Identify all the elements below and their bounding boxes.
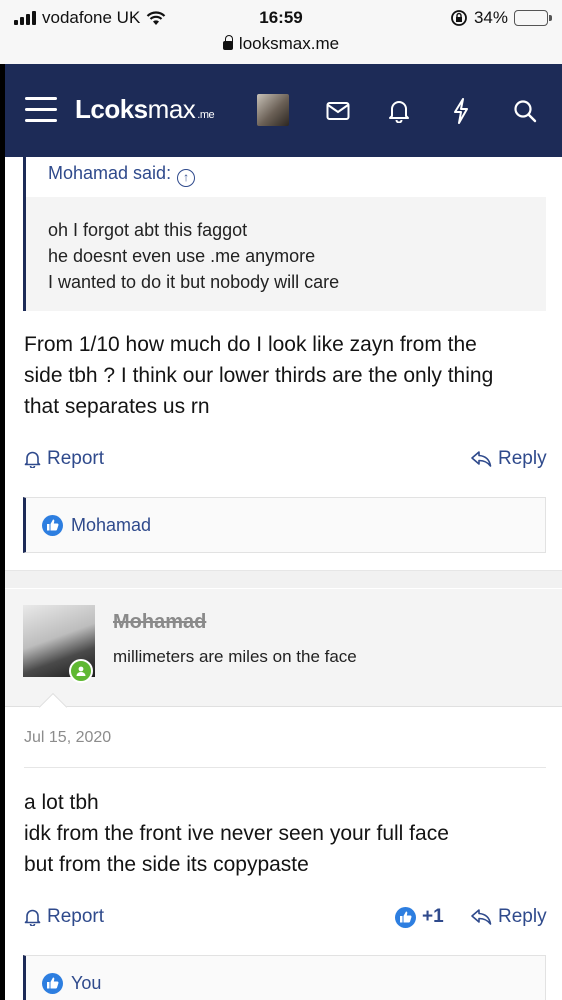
post: Mohamad millimeters are miles on the fac… — [5, 589, 562, 1000]
message-line: From 1/10 how much do I look like zayn f… — [24, 333, 477, 356]
quote-author[interactable]: Mohamad said: ↑ — [26, 157, 546, 197]
like-icon — [395, 906, 416, 928]
quote-line: he doesnt even use .me anymore — [48, 246, 316, 266]
bell-icon[interactable] — [382, 94, 416, 128]
divider-line — [24, 767, 546, 768]
report-button[interactable]: Report — [24, 906, 104, 928]
site-logo[interactable]: Lcoksmax .me — [75, 94, 215, 125]
logo-suffix: .me — [197, 109, 215, 121]
message-line: but from the side its copypaste — [24, 853, 309, 876]
post-date[interactable]: Jul 15, 2020 — [24, 729, 111, 747]
like-icon — [42, 514, 63, 536]
signal-icon — [14, 11, 36, 25]
battery-percent: 34% — [473, 8, 508, 27]
message-line: that separates us rn — [24, 395, 210, 418]
status-bar: vodafone UK 16:59 34% looksmax.me — [0, 0, 562, 64]
quote-author-label: Mohamad said: — [48, 163, 172, 183]
bell-icon — [24, 451, 41, 468]
message-line: side tbh ? I think our lower thirds are … — [24, 364, 494, 387]
rotation-lock-icon — [451, 10, 467, 26]
reactions-bar[interactable]: You — [23, 955, 546, 1000]
menu-icon[interactable] — [25, 97, 57, 123]
thread-content: Mohamad said: ↑ oh I forgot abt this fagg… — [5, 157, 562, 1000]
post: Mohamad said: ↑ oh I forgot abt this fagg… — [5, 157, 562, 570]
mail-icon[interactable] — [321, 94, 355, 128]
like-count: +1 — [422, 906, 444, 927]
quote-line: I wanted to do it but nobody will care — [48, 272, 340, 292]
reply-icon — [471, 451, 492, 467]
clock: 16:59 — [259, 8, 303, 27]
reaction-user[interactable]: Mohamad — [71, 515, 151, 536]
lock-icon — [222, 35, 233, 50]
bolt-icon[interactable] — [444, 94, 478, 128]
post-divider — [5, 570, 562, 588]
carrier-label: vodafone UK — [42, 8, 141, 27]
reaction-user[interactable]: You — [71, 973, 101, 994]
post-message: From 1/10 how much do I look like zayn f… — [24, 329, 544, 422]
reply-label: Reply — [498, 906, 547, 927]
reply-button[interactable]: Reply — [470, 906, 547, 928]
user-info-bar: Mohamad millimeters are miles on the fac… — [5, 589, 562, 707]
quote-text: oh I forgot abt this faggot he doesnt ev… — [48, 217, 339, 295]
message-line: a lot tbh — [24, 791, 99, 814]
avatar[interactable] — [257, 94, 289, 126]
report-button[interactable]: Report — [24, 448, 104, 470]
post-message: a lot tbh idk from the front ive never s… — [24, 787, 544, 880]
like-count-button[interactable]: +1 — [395, 906, 444, 928]
site-header: Lcoksmax .me — [5, 64, 562, 157]
url-text: looksmax.me — [238, 34, 340, 53]
address-bar[interactable]: looksmax.me — [0, 34, 562, 54]
online-status-icon — [69, 659, 93, 683]
like-icon — [42, 972, 63, 994]
quote-block: Mohamad said: ↑ oh I forgot abt this fagg… — [23, 157, 546, 311]
quote-line: oh I forgot abt this faggot — [48, 220, 248, 240]
arrow-up-circle-icon[interactable]: ↑ — [177, 169, 196, 187]
reactions-bar[interactable]: Mohamad — [23, 497, 546, 553]
search-icon[interactable] — [508, 94, 542, 128]
battery-icon — [514, 10, 552, 26]
report-label: Report — [47, 906, 105, 927]
reply-button[interactable]: Reply — [470, 448, 547, 470]
reply-label: Reply — [498, 448, 547, 469]
bell-icon — [24, 909, 41, 926]
message-line: idk from the front ive never seen your f… — [24, 822, 449, 845]
logo-max: max — [147, 94, 196, 124]
wifi-icon — [147, 10, 166, 25]
reply-icon — [471, 909, 492, 925]
user-title: millimeters are miles on the face — [113, 647, 357, 666]
report-label: Report — [47, 448, 105, 469]
username[interactable]: Mohamad — [113, 611, 206, 634]
logo-text: Lcoks — [75, 94, 148, 124]
